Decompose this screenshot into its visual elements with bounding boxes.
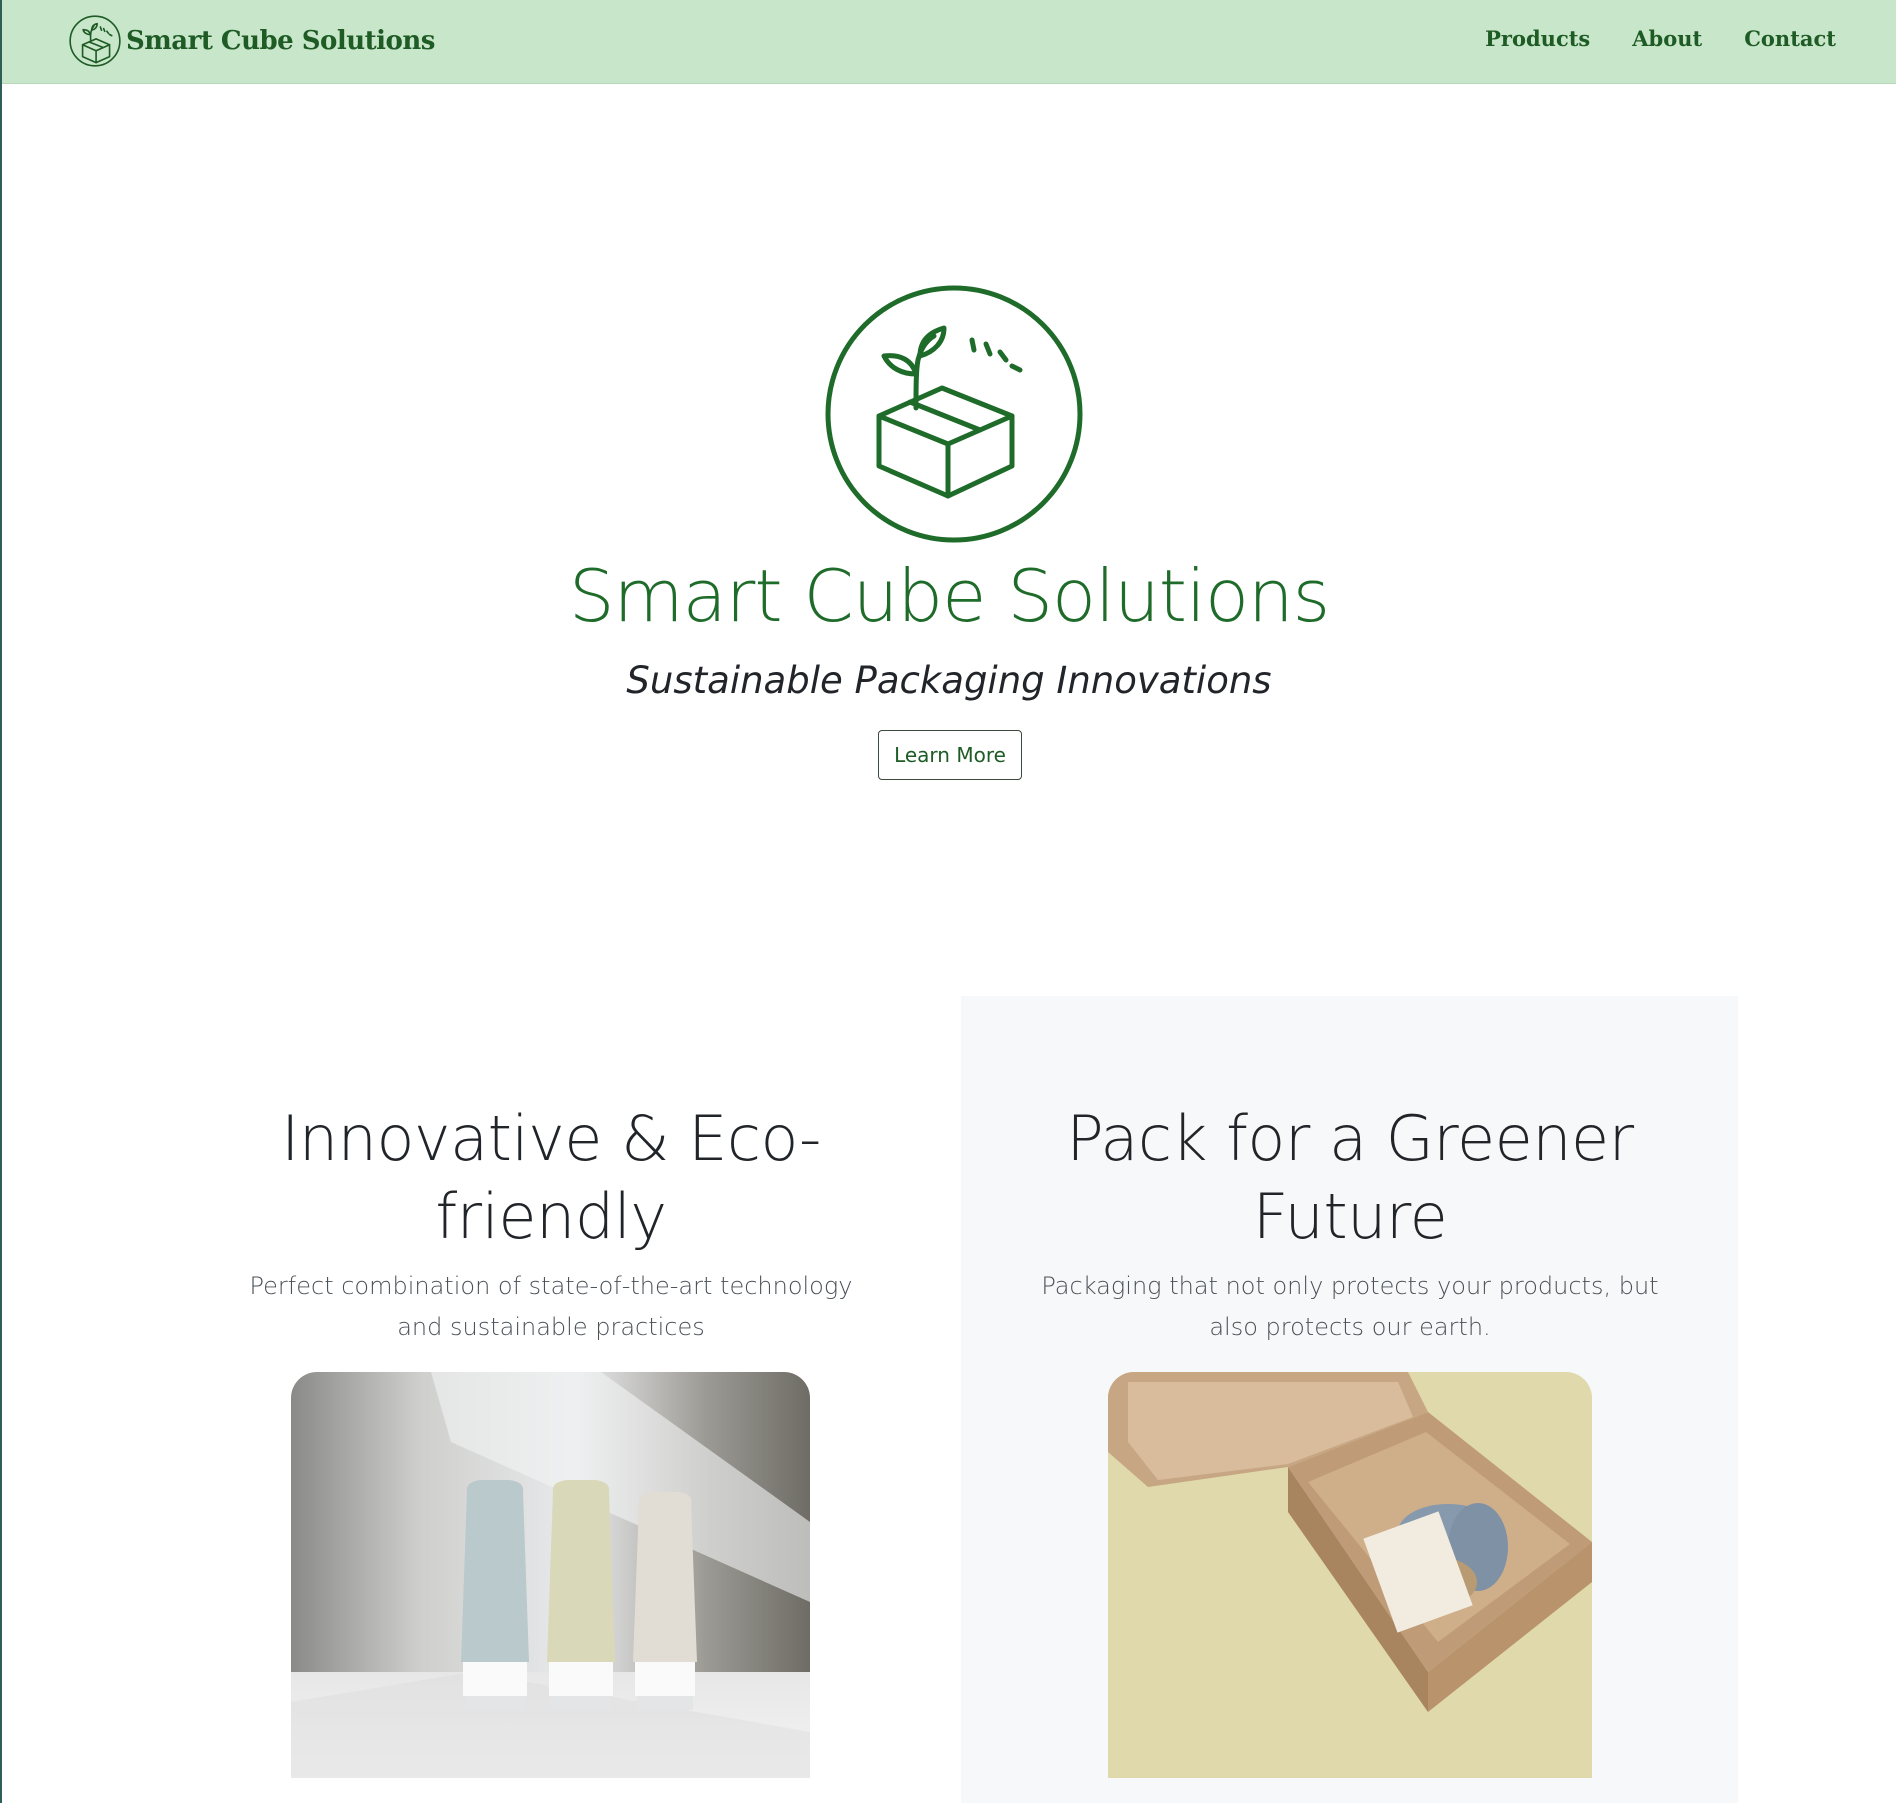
nav-link-products[interactable]: Products [1485,22,1590,56]
feature-text: Perfect combination of state-of-the-art … [249,1272,853,1341]
feature-card-greener: Pack for a Greener Future Packaging that… [1002,1100,1698,1348]
feature-title: Innovative & Eco-friendly [281,1102,821,1253]
hero-title: Smart Cube Solutions [568,554,1330,638]
learn-more-button[interactable]: Learn More [878,730,1022,780]
feature-title: Pack for a Greener Future [1066,1102,1634,1253]
hero-subtitle: Sustainable Packaging Innovations [626,659,1272,702]
nav-links: Products About Contact [1485,22,1836,56]
sprout-box-icon [69,15,121,67]
nav-link-contact[interactable]: Contact [1744,22,1836,56]
bottles-image [291,1372,810,1778]
sprout-box-icon [825,285,1083,543]
cardboard-box-image [1108,1372,1592,1778]
brand-link[interactable]: Smart Cube Solutions [68,14,435,68]
feature-card-innovative: Innovative & Eco-friendly Perfect combin… [207,1100,895,1348]
feature-text: Packaging that not only protects your pr… [1041,1272,1659,1341]
brand-name: Smart Cube Solutions [126,26,435,56]
nav-link-about[interactable]: About [1632,22,1702,56]
navbar: Smart Cube Solutions Products About Cont… [2,0,1896,84]
